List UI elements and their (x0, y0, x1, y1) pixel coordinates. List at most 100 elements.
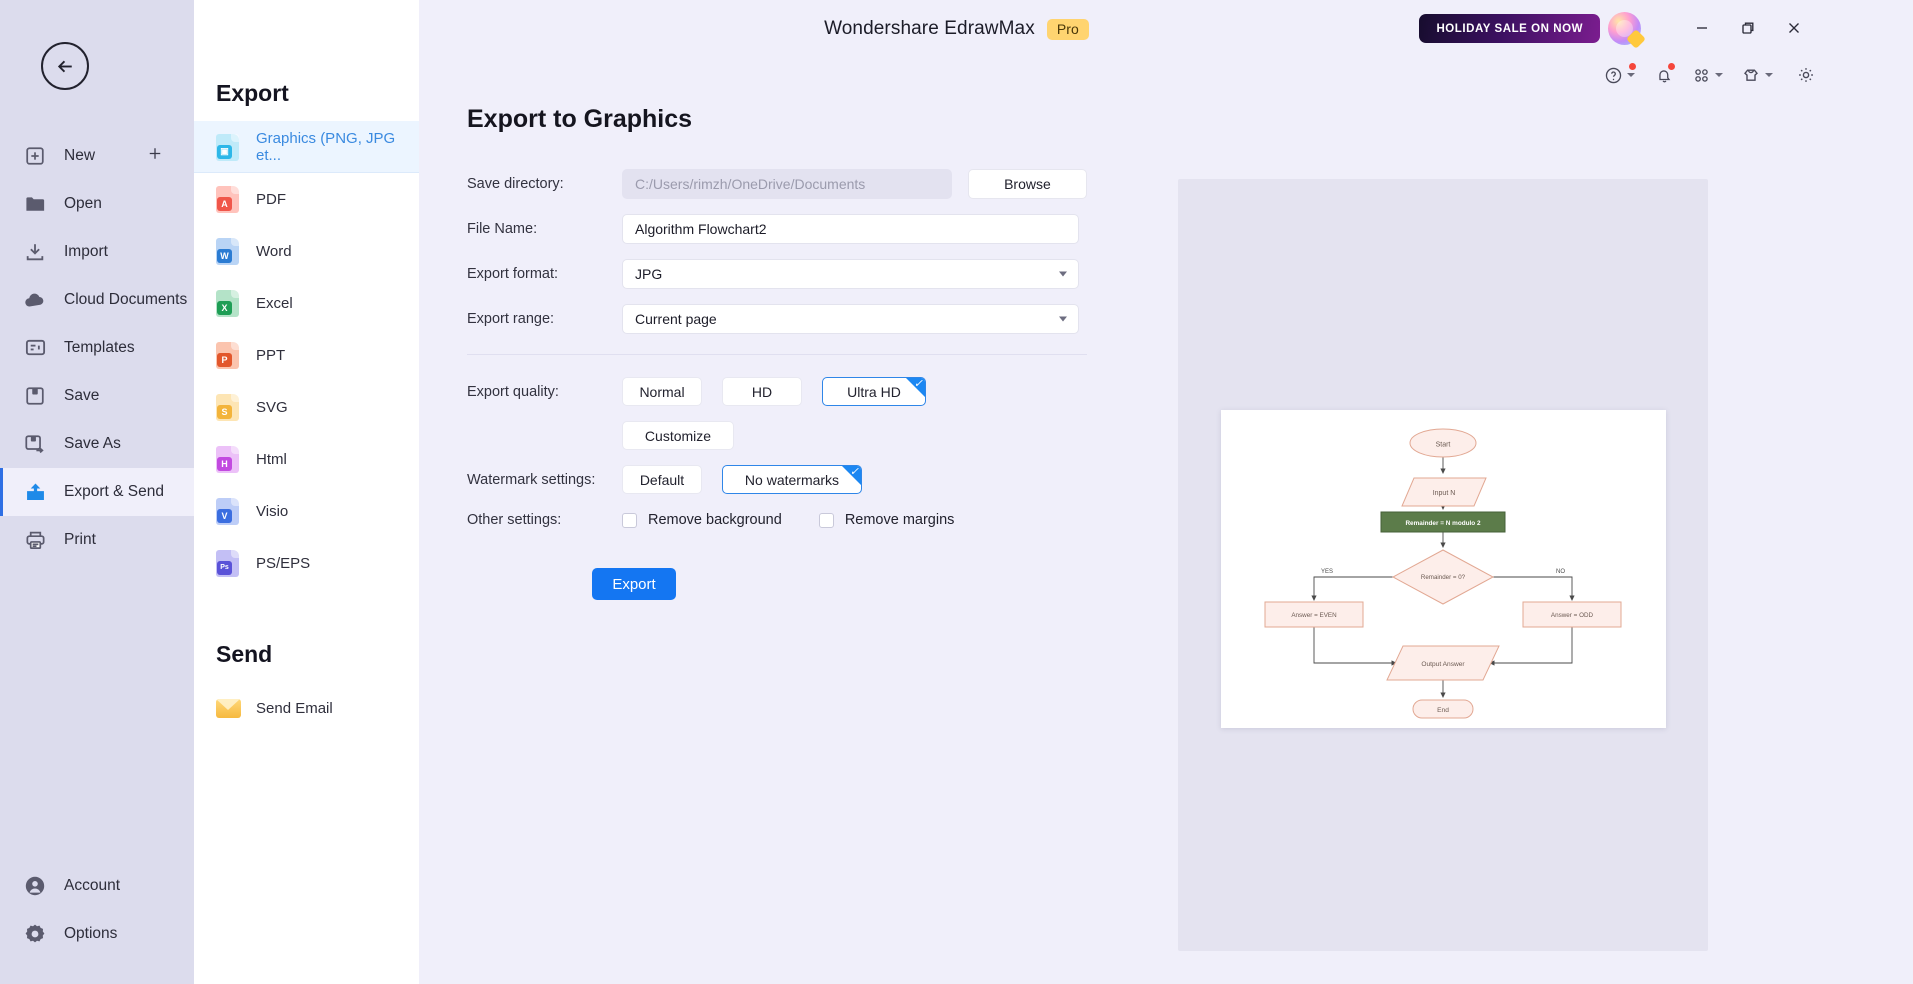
close-button[interactable] (1775, 10, 1813, 46)
file-name-row: File Name: Algorithm Flowchart2 (467, 214, 1087, 244)
quality-options: Normal HD Ultra HD ✓ (622, 377, 926, 406)
customize-row: Customize (467, 421, 1087, 450)
browse-button[interactable]: Browse (967, 169, 1087, 199)
sidebar-item-open[interactable]: Open (0, 180, 194, 228)
export-format-select[interactable]: JPG (622, 259, 1079, 289)
watermark-row: Watermark settings: Default No watermark… (467, 465, 1087, 494)
sidebar-item-new[interactable]: New (0, 132, 194, 180)
format-item-label: Html (256, 450, 287, 468)
options-gear-icon (22, 921, 48, 947)
sidebar-item-account[interactable]: Account (0, 862, 194, 910)
sidebar-item-label: Export & Send (64, 483, 164, 500)
edrawmax-export-window: Wondershare EdrawMax Pro HOLIDAY SALE ON… (0, 0, 1913, 984)
send-item-email[interactable]: Send Email (194, 682, 419, 734)
format-item-label: PS/EPS (256, 554, 311, 572)
format-item-pdf[interactable]: A PDF (194, 173, 419, 225)
remove-background-checkbox[interactable] (622, 512, 637, 528)
customize-button[interactable]: Customize (622, 421, 734, 450)
import-icon (22, 239, 48, 265)
chevron-down-icon (1627, 73, 1635, 77)
page-title: Export to Graphics (467, 105, 693, 133)
format-item-ppt[interactable]: P PPT (194, 329, 419, 381)
format-item-label: SVG (256, 398, 288, 416)
flowchart-node-end-label: End (1437, 707, 1449, 714)
holiday-sale-button[interactable]: HOLIDAY SALE ON NOW (1419, 14, 1600, 43)
sidebar-item-label: Options (64, 925, 118, 942)
export-format-panel: Export ▣ Graphics (PNG, JPG et... A PDF … (194, 0, 419, 984)
file-name-label: File Name: (467, 221, 538, 237)
flowchart-node-remainder-label: Remainder = N modulo 2 (1405, 520, 1481, 527)
remove-margins-label: Remove margins (844, 512, 955, 528)
remove-margins-checkbox-wrap[interactable]: Remove margins (818, 512, 955, 528)
word-file-icon: W (216, 237, 239, 265)
avatar[interactable] (1608, 12, 1646, 49)
sidebar-item-label: Cloud Documents (64, 291, 188, 308)
chevron-down-icon (1059, 271, 1067, 277)
format-item-word[interactable]: W Word (194, 225, 419, 277)
save-disk-icon (22, 383, 48, 409)
remove-margins-checkbox[interactable] (818, 512, 834, 528)
settings-button[interactable] (1794, 63, 1818, 87)
sidebar-item-label: Open (64, 195, 102, 212)
form-divider (467, 354, 1087, 355)
sidebar-item-cloud-documents[interactable]: Cloud Documents (0, 276, 194, 324)
notifications-button[interactable] (1653, 62, 1676, 87)
sidebar-item-save[interactable]: Save (0, 372, 194, 420)
save-directory-label: Save directory: (467, 176, 564, 192)
format-item-excel[interactable]: X Excel (194, 277, 419, 329)
quality-option-normal[interactable]: Normal (622, 377, 702, 406)
format-item-ps-eps[interactable]: Ps PS/EPS (194, 537, 419, 589)
format-item-graphics[interactable]: ▣ Graphics (PNG, JPG et... (194, 121, 419, 173)
flowchart-node-even-label: Answer = EVEN (1291, 612, 1337, 619)
email-icon (216, 698, 241, 718)
file-name-input[interactable]: Algorithm Flowchart2 (622, 214, 1079, 244)
sidebar-item-save-as[interactable]: Save As (0, 420, 194, 468)
flowchart-node-start-label: Start (1436, 442, 1451, 449)
pdf-file-icon: A (216, 185, 239, 213)
back-button[interactable] (41, 42, 89, 90)
preview-page: Start Input N Remainder = N modulo 2 Rem… (1221, 410, 1666, 728)
quality-option-hd[interactable]: HD (722, 377, 802, 406)
left-rail: New Open Import Cloud Documents Template… (0, 0, 194, 984)
export-quality-label: Export quality: (467, 383, 559, 400)
help-notification-dot (1629, 62, 1636, 70)
send-item-label: Send Email (256, 699, 333, 717)
plus-icon[interactable] (146, 145, 164, 168)
other-settings-checkboxes: Remove background Remove margins (622, 512, 954, 528)
format-item-visio[interactable]: V Visio (194, 485, 419, 537)
theme-button[interactable] (1739, 63, 1775, 87)
sidebar-item-print[interactable]: Print (0, 516, 194, 564)
remove-background-label: Remove background (648, 512, 782, 528)
sidebar-item-options[interactable]: Options (0, 910, 194, 958)
remove-background-checkbox-wrap[interactable]: Remove background (622, 512, 782, 528)
minimize-button[interactable] (1683, 10, 1721, 46)
format-item-label: Word (256, 242, 292, 260)
top-toolbar (1602, 58, 1818, 92)
watermark-option-default[interactable]: Default (622, 465, 702, 494)
check-icon: ✓ (849, 466, 859, 478)
sidebar-item-import[interactable]: Import (0, 228, 194, 276)
html-file-icon: H (216, 445, 239, 473)
watermark-label: Watermark settings: (467, 471, 596, 488)
help-button[interactable] (1602, 62, 1637, 87)
save-directory-input[interactable]: C:/Users/rimzh/OneDrive/Documents (622, 169, 952, 199)
save-directory-row: Save directory: C:/Users/rimzh/OneDrive/… (467, 169, 1087, 199)
export-button[interactable]: Export (592, 568, 676, 600)
export-range-select[interactable]: Current page (622, 304, 1079, 334)
back-arrow-icon (57, 60, 72, 72)
sidebar-item-templates[interactable]: Templates (0, 324, 194, 372)
watermark-option-no-watermarks[interactable]: No watermarks ✓ (722, 465, 862, 494)
export-format-label: Export format: (467, 266, 559, 282)
sidebar-item-export-and-send[interactable]: Export & Send (0, 468, 194, 516)
export-range-row: Export range: Current page (467, 304, 1087, 334)
gear-icon (1799, 68, 1813, 82)
templates-icon (22, 335, 48, 361)
format-item-svg[interactable]: S SVG (194, 381, 419, 433)
quality-option-ultra-hd[interactable]: Ultra HD ✓ (822, 377, 926, 406)
visio-file-icon: V (216, 497, 239, 525)
ps-file-icon: Ps (216, 549, 239, 577)
maximize-button[interactable] (1729, 10, 1767, 46)
chevron-down-icon (1765, 73, 1773, 77)
format-item-html[interactable]: H Html (194, 433, 419, 485)
apps-button[interactable] (1690, 64, 1725, 87)
